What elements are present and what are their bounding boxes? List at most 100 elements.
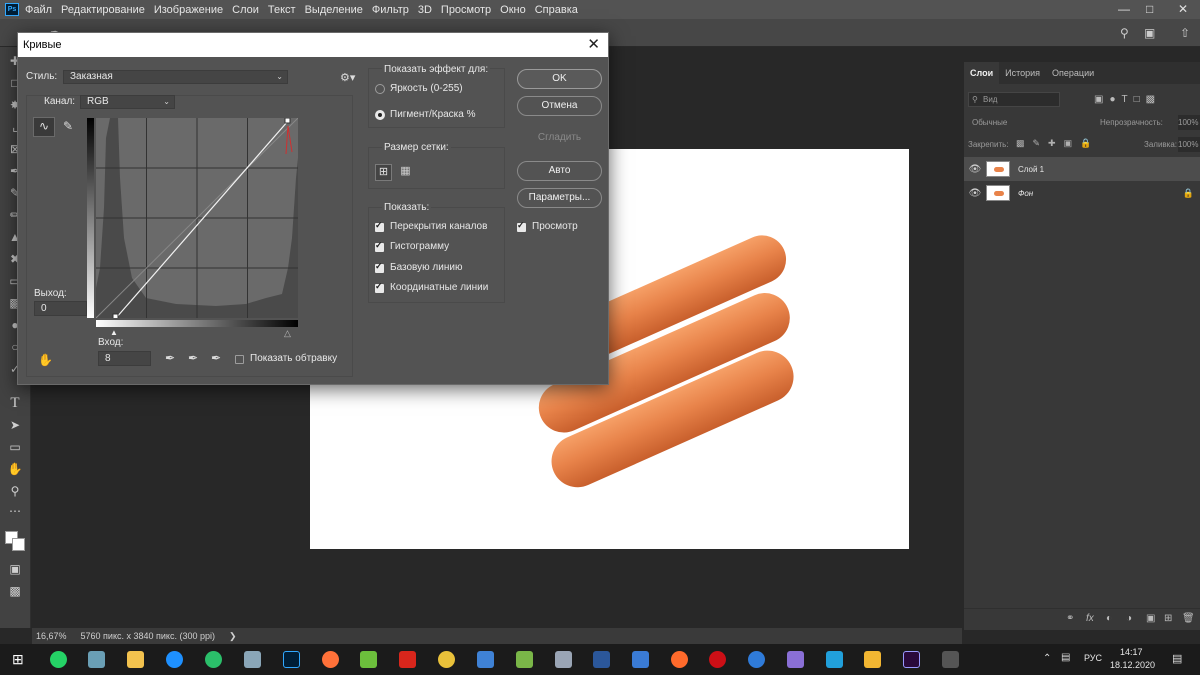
layer-name[interactable]: Слой 1 bbox=[1018, 165, 1044, 174]
layer-filter-select[interactable]: ⚲ Вид bbox=[968, 92, 1060, 107]
hand-tool-icon[interactable]: ✋ bbox=[7, 461, 23, 477]
shape-tool-icon[interactable]: ▭ bbox=[7, 439, 23, 455]
status-more-icon[interactable]: ❯ bbox=[229, 631, 237, 642]
minimize-icon[interactable]: — bbox=[1118, 2, 1130, 16]
options-button[interactable]: Параметры... bbox=[517, 188, 602, 208]
pigment-radio[interactable] bbox=[375, 110, 385, 120]
preview-checkbox[interactable] bbox=[517, 220, 526, 232]
app-icon[interactable] bbox=[942, 651, 959, 668]
clock-time[interactable]: 14:17 bbox=[1120, 647, 1143, 657]
ok-button[interactable]: OK bbox=[517, 69, 602, 89]
new-layer-icon[interactable]: ⊞ bbox=[1164, 613, 1172, 624]
workspace-icon[interactable]: ▣ bbox=[1144, 26, 1155, 40]
app-icon[interactable] bbox=[88, 651, 105, 668]
folder-icon[interactable]: ▣ bbox=[1146, 613, 1155, 624]
menu-image[interactable]: Изображение bbox=[154, 4, 223, 16]
layer-row[interactable]: 👁 Фон 🔒 bbox=[964, 181, 1200, 205]
lock-options-icons[interactable]: ▩✎✚▣🔒 bbox=[1016, 138, 1099, 149]
info-icon[interactable] bbox=[748, 651, 765, 668]
more-tools-icon[interactable]: ⋯ bbox=[7, 503, 23, 519]
pencil-icon[interactable]: ✎ bbox=[63, 119, 73, 133]
opera-icon[interactable] bbox=[709, 651, 726, 668]
search-icon[interactable]: ⚲ bbox=[1120, 26, 1129, 40]
eye-icon[interactable]: 👁 bbox=[964, 164, 986, 175]
eyedropper-gray-icon[interactable]: ✒ bbox=[188, 351, 198, 365]
app-icon[interactable] bbox=[360, 651, 377, 668]
curve-point[interactable] bbox=[112, 313, 119, 318]
screen-mode-icon[interactable]: ▩ bbox=[7, 583, 23, 599]
menu-file[interactable]: Файл bbox=[25, 4, 52, 16]
app-icon[interactable] bbox=[516, 651, 533, 668]
output-input[interactable]: 0 bbox=[34, 301, 87, 316]
curve-point[interactable] bbox=[284, 118, 291, 124]
show-clipping-checkbox[interactable] bbox=[235, 355, 244, 364]
mask-icon[interactable]: ◐ bbox=[1106, 613, 1112, 624]
layer-row[interactable]: 👁 Слой 1 bbox=[964, 157, 1200, 181]
firefox-icon[interactable] bbox=[322, 651, 339, 668]
acrobat-icon[interactable] bbox=[399, 651, 416, 668]
network-tray-icon[interactable]: ▤ bbox=[1061, 652, 1070, 663]
fx-icon[interactable]: fx bbox=[1086, 613, 1094, 624]
menu-window[interactable]: Окно bbox=[500, 4, 526, 16]
tray-chevron-icon[interactable]: ⌃ bbox=[1043, 653, 1051, 664]
grid-detailed-icon[interactable]: ▦ bbox=[397, 164, 414, 181]
photoshop-logo[interactable]: Ps bbox=[5, 3, 19, 16]
dialog-titlebar[interactable]: Кривые ✕ bbox=[18, 33, 608, 57]
intersection-lines-checkbox[interactable] bbox=[375, 281, 384, 293]
eyedropper-white-icon[interactable]: ✒ bbox=[211, 351, 221, 365]
menu-select[interactable]: Выделение bbox=[305, 4, 363, 16]
close-icon[interactable]: ✕ bbox=[587, 36, 600, 54]
channel-select[interactable]: RGB ⌄ bbox=[80, 95, 175, 109]
firefox-icon[interactable] bbox=[671, 651, 688, 668]
curves-graph[interactable] bbox=[96, 118, 298, 318]
cancel-button[interactable]: Отмена bbox=[517, 96, 602, 116]
histogram-checkbox[interactable] bbox=[375, 240, 384, 252]
share-icon[interactable]: ⇧ bbox=[1180, 26, 1190, 40]
tab-layers[interactable]: Слои bbox=[964, 62, 1000, 84]
channel-overlays-checkbox[interactable] bbox=[375, 220, 384, 232]
save-icon[interactable] bbox=[555, 651, 572, 668]
network-icon[interactable] bbox=[477, 651, 494, 668]
layer-name[interactable]: Фон bbox=[1018, 189, 1033, 198]
eyedropper-black-icon[interactable]: ✒ bbox=[165, 351, 175, 365]
style-select[interactable]: Заказная ⌄ bbox=[63, 70, 288, 84]
tab-history[interactable]: История bbox=[999, 62, 1046, 84]
language-indicator[interactable]: РУС bbox=[1084, 653, 1102, 663]
link-icon[interactable]: ⚭ bbox=[1066, 613, 1074, 624]
zoom-tool-icon[interactable]: ⚲ bbox=[7, 483, 23, 499]
menu-filter[interactable]: Фильтр bbox=[372, 4, 409, 16]
photoshop-taskbar-icon[interactable] bbox=[283, 651, 300, 668]
eye-icon[interactable]: 👁 bbox=[964, 188, 986, 199]
quick-mask-icon[interactable]: ▣ bbox=[7, 561, 23, 577]
layer-filter-icons[interactable]: ▣●T□▩ bbox=[1094, 94, 1161, 105]
trash-icon[interactable]: 🗑 bbox=[1182, 613, 1195, 624]
menu-layers[interactable]: Слои bbox=[232, 4, 259, 16]
fill-input[interactable]: 100% bbox=[1178, 137, 1200, 152]
baseline-checkbox[interactable] bbox=[375, 261, 384, 273]
edge-icon[interactable] bbox=[166, 651, 183, 668]
close-window-icon[interactable]: ✕ bbox=[1178, 2, 1188, 16]
app-icon[interactable] bbox=[864, 651, 881, 668]
brightness-radio[interactable] bbox=[375, 84, 385, 94]
menu-help[interactable]: Справка bbox=[535, 4, 578, 16]
gear-icon[interactable]: ⚙▾ bbox=[340, 71, 355, 84]
input-value-field[interactable]: 8 bbox=[98, 351, 151, 366]
app-icon[interactable] bbox=[632, 651, 649, 668]
smooth-button[interactable]: Сгладить bbox=[517, 128, 602, 148]
adjustment-icon[interactable]: ◑ bbox=[1126, 613, 1132, 624]
file-explorer-icon[interactable] bbox=[127, 651, 144, 668]
maximize-icon[interactable]: □ bbox=[1146, 2, 1153, 16]
premiere-icon[interactable] bbox=[903, 651, 920, 668]
windows-start-icon[interactable]: ⊞ bbox=[12, 651, 24, 668]
zoom-level[interactable]: 16,67% bbox=[36, 631, 67, 641]
tab-actions[interactable]: Операции bbox=[1046, 62, 1100, 84]
notifications-icon[interactable]: ▤ bbox=[1172, 652, 1182, 665]
word-icon[interactable] bbox=[593, 651, 610, 668]
grid-simple-icon[interactable]: ⊞ bbox=[375, 164, 392, 181]
menu-edit[interactable]: Редактирование bbox=[61, 4, 145, 16]
opacity-input[interactable]: 100% bbox=[1178, 115, 1200, 130]
white-point-slider[interactable]: △ bbox=[284, 328, 291, 339]
app-icon[interactable] bbox=[826, 651, 843, 668]
blend-mode-select[interactable]: Обычные bbox=[968, 115, 1048, 130]
menu-type[interactable]: Текст bbox=[268, 4, 296, 16]
